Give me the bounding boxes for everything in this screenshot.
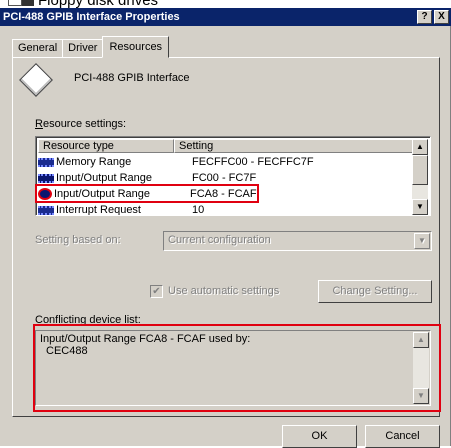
title-bar: PCI-488 GPIB Interface Properties ? X	[0, 8, 451, 26]
setting-based-on-label: Setting based on:	[35, 234, 121, 246]
memory-range-icon	[38, 157, 54, 167]
background-title: Floppy disk drives	[38, 0, 158, 8]
drive-icon	[22, 0, 34, 6]
resource-settings-label: Resource settings:	[35, 118, 127, 130]
background-window-strip: Floppy disk drives	[0, 0, 451, 8]
floppy-icon	[8, 0, 22, 6]
tab-driver[interactable]: Driver	[62, 39, 104, 58]
device-name: PCI-488 GPIB Interface	[74, 72, 190, 84]
help-button[interactable]: ?	[417, 10, 432, 24]
column-resource-type[interactable]: Resource type	[38, 139, 174, 153]
ok-button[interactable]: OK	[282, 425, 357, 448]
irq-icon	[38, 205, 54, 215]
window-title: PCI-488 GPIB Interface Properties	[3, 11, 180, 23]
cancel-button[interactable]: Cancel	[365, 425, 440, 448]
use-automatic-settings-label: Use automatic settings	[168, 285, 280, 297]
scroll-up-icon[interactable]: ▲	[412, 139, 428, 155]
resource-list[interactable]: Resource type Setting Memory Range FECFF…	[35, 136, 431, 216]
column-setting[interactable]: Setting	[174, 139, 414, 153]
properties-dialog: PCI-488 GPIB Interface Properties ? X Ge…	[0, 8, 451, 448]
conflict-list-highlight	[33, 324, 441, 412]
list-header: Resource type Setting	[38, 139, 414, 153]
list-item[interactable]: Interrupt Request 10	[38, 202, 204, 215]
chevron-down-icon[interactable]: ▼	[414, 233, 430, 249]
tab-general[interactable]: General	[12, 39, 64, 58]
io-range-icon	[38, 173, 54, 183]
setting-based-on-select[interactable]: Current configuration ▼	[163, 231, 432, 251]
scroll-down-icon[interactable]: ▼	[412, 199, 428, 215]
conflict-row-highlight	[35, 184, 259, 203]
change-setting-button[interactable]: Change Setting...	[318, 280, 432, 303]
close-button[interactable]: X	[434, 10, 449, 24]
scroll-thumb[interactable]	[412, 155, 428, 185]
tab-strip: General Driver Resources	[12, 36, 170, 58]
use-automatic-settings-checkbox[interactable]: ✔	[150, 285, 163, 298]
list-item[interactable]: Memory Range FECFFC00 - FECFFC7F	[38, 154, 314, 170]
tab-resources[interactable]: Resources	[102, 36, 170, 58]
list-scrollbar[interactable]: ▲ ▼	[412, 139, 428, 215]
